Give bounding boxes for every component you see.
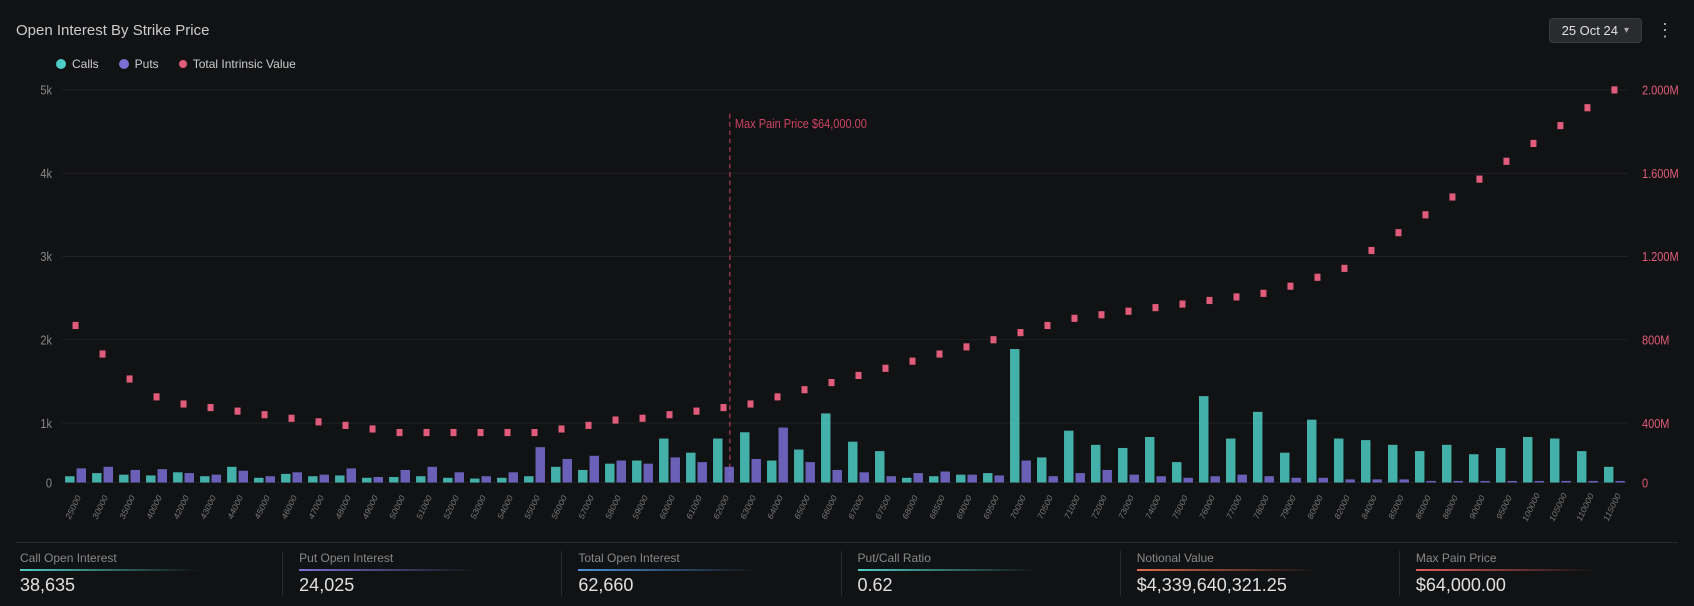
stat-value-1: 24,025 — [299, 575, 545, 596]
stat-item-2: Total Open Interest 62,660 — [562, 551, 841, 596]
calls-label: Calls — [72, 57, 99, 71]
stat-underline-1 — [299, 569, 479, 571]
svg-text:1.200M: 1.200M — [1642, 249, 1678, 264]
tiv-dot — [179, 60, 187, 68]
date-selector-button[interactable]: 25 Oct 24 ▾ — [1549, 18, 1642, 43]
stat-label-4: Notional Value — [1137, 551, 1383, 565]
stat-label-0: Call Open Interest — [20, 551, 266, 565]
stat-underline-4 — [1137, 569, 1317, 571]
header-right: 25 Oct 24 ▾ ⋮ — [1549, 18, 1678, 43]
header: Open Interest By Strike Price 25 Oct 24 … — [16, 10, 1678, 50]
chart-svg: 5k 4k 3k 2k 1k 0 2.000M 1.600M 1.200M 80… — [16, 78, 1678, 542]
svg-text:0: 0 — [1642, 475, 1648, 490]
stat-value-5: $64,000.00 — [1416, 575, 1662, 596]
stat-value-4: $4,339,640,321.25 — [1137, 575, 1383, 596]
svg-text:0: 0 — [46, 475, 52, 490]
stat-item-5: Max Pain Price $64,000.00 — [1400, 551, 1678, 596]
calls-dot — [56, 59, 66, 69]
puts-dot — [119, 59, 129, 69]
stat-underline-0 — [20, 569, 200, 571]
stat-item-0: Call Open Interest 38,635 — [16, 551, 283, 596]
svg-text:5k: 5k — [40, 83, 52, 98]
stat-item-3: Put/Call Ratio 0.62 — [842, 551, 1121, 596]
svg-text:4k: 4k — [40, 166, 52, 181]
stat-label-5: Max Pain Price — [1416, 551, 1662, 565]
svg-text:1k: 1k — [40, 416, 52, 431]
chart-container: 5k 4k 3k 2k 1k 0 2.000M 1.600M 1.200M 80… — [16, 78, 1678, 542]
stat-underline-3 — [858, 569, 1038, 571]
svg-text:400M: 400M — [1642, 416, 1670, 431]
stat-label-2: Total Open Interest — [578, 551, 824, 565]
stat-item-4: Notional Value $4,339,640,321.25 — [1121, 551, 1400, 596]
chart-svg-wrapper: 5k 4k 3k 2k 1k 0 2.000M 1.600M 1.200M 80… — [16, 78, 1678, 542]
svg-text:2.000M: 2.000M — [1642, 83, 1678, 98]
svg-text:800M: 800M — [1642, 333, 1670, 348]
stat-value-2: 62,660 — [578, 575, 824, 596]
stats-row: Call Open Interest 38,635 Put Open Inter… — [16, 542, 1678, 606]
legend-tiv: Total Intrinsic Value — [179, 57, 296, 71]
legend-puts: Puts — [119, 57, 159, 71]
legend-calls: Calls — [56, 57, 99, 71]
stat-label-1: Put Open Interest — [299, 551, 545, 565]
stat-value-3: 0.62 — [858, 575, 1104, 596]
stat-label-3: Put/Call Ratio — [858, 551, 1104, 565]
main-container: Open Interest By Strike Price 25 Oct 24 … — [0, 0, 1694, 606]
svg-text:3k: 3k — [40, 249, 52, 264]
chevron-down-icon: ▾ — [1624, 25, 1629, 36]
stat-value-0: 38,635 — [20, 575, 266, 596]
stat-item-1: Put Open Interest 24,025 — [283, 551, 562, 596]
stat-underline-5 — [1416, 569, 1596, 571]
svg-text:1.600M: 1.600M — [1642, 166, 1678, 181]
stat-underline-2 — [578, 569, 758, 571]
menu-icon[interactable]: ⋮ — [1652, 20, 1678, 41]
tiv-label: Total Intrinsic Value — [193, 57, 296, 71]
legend: Calls Puts Total Intrinsic Value — [16, 50, 1678, 78]
svg-text:Max Pain Price $64,000.00: Max Pain Price $64,000.00 — [735, 116, 867, 131]
date-label: 25 Oct 24 — [1562, 23, 1618, 38]
puts-label: Puts — [135, 57, 159, 71]
page-title: Open Interest By Strike Price — [16, 22, 209, 39]
svg-text:2k: 2k — [40, 333, 52, 348]
